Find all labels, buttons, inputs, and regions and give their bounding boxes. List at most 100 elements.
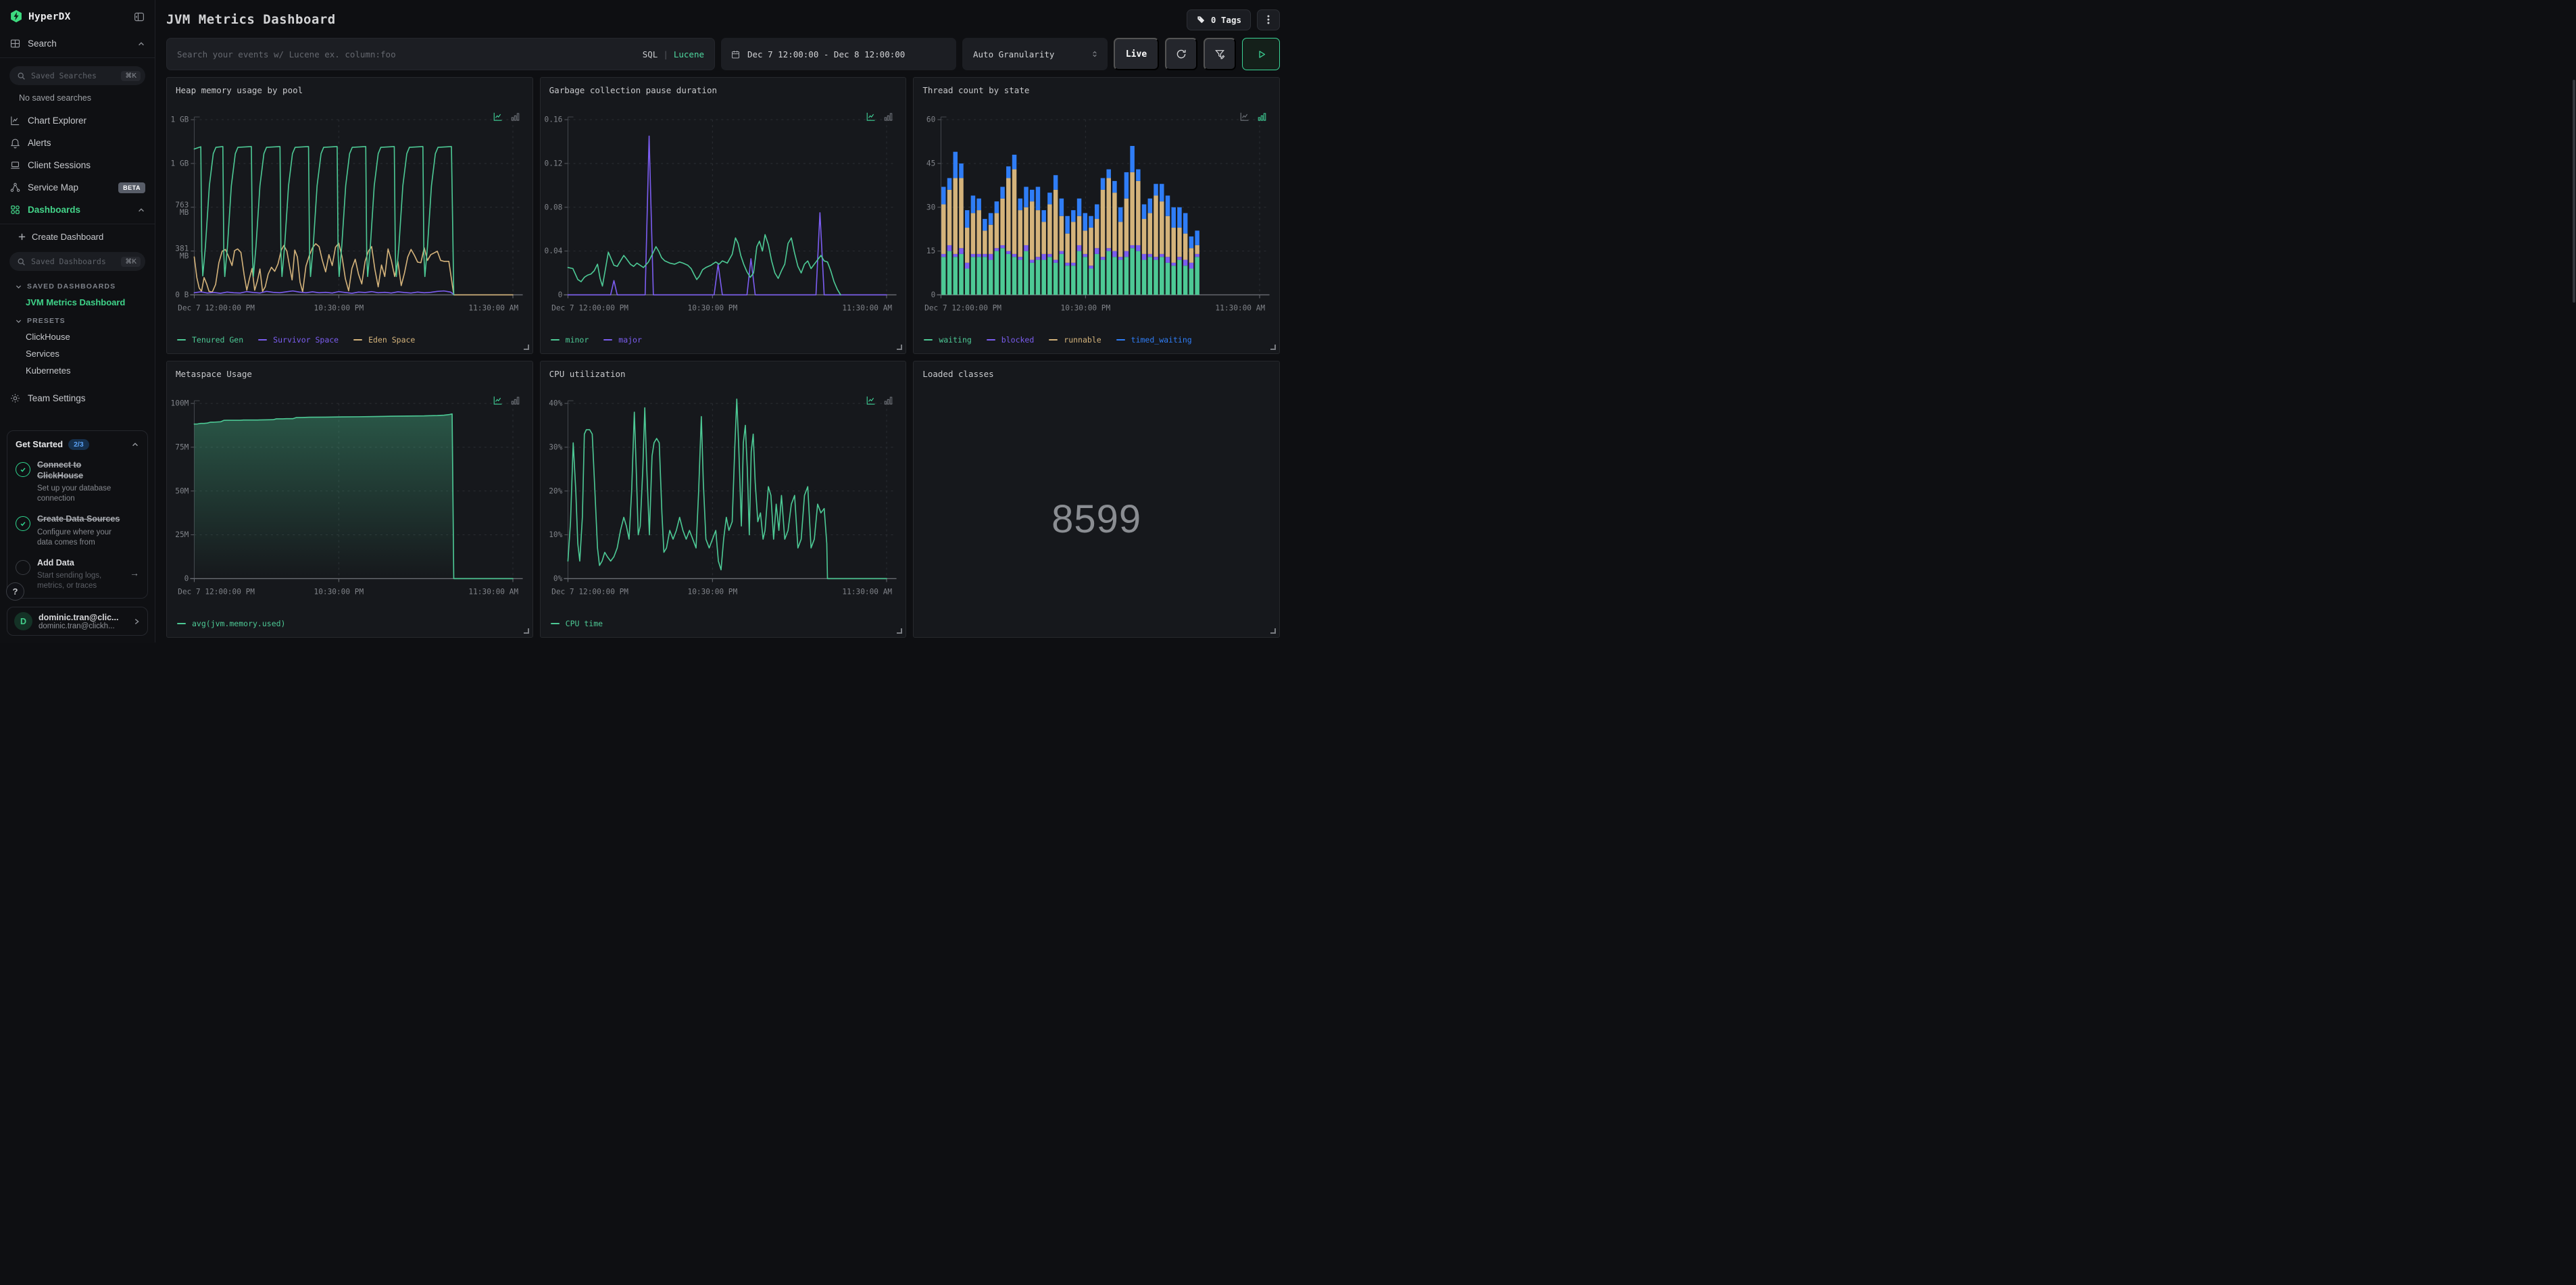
legend-label: Tenured Gen	[192, 335, 244, 345]
chevron-up-icon[interactable]	[131, 440, 139, 449]
live-button[interactable]: Live	[1114, 38, 1159, 70]
bar-chart-icon[interactable]	[1257, 111, 1267, 122]
legend-item[interactable]: minor	[550, 335, 589, 345]
refresh-button[interactable]	[1165, 38, 1197, 70]
chart-panel-gc-pause[interactable]: Garbage collection pause duration 0.16 0.…	[539, 77, 907, 354]
svg-text:10:30:00 PM: 10:30:00 PM	[314, 304, 364, 313]
chart-panel-thread-count[interactable]: Thread count by state 60 45 30 15 0 Dec 7 12:…	[913, 77, 1280, 354]
legend-label: waiting	[939, 335, 972, 345]
mode-sql[interactable]: SQL	[643, 49, 658, 59]
svg-text:11:30:00 AM: 11:30:00 AM	[1216, 304, 1266, 313]
sidebar-item-label: Dashboards	[28, 205, 81, 215]
chevron-up-icon[interactable]	[137, 206, 145, 214]
create-dashboard-button[interactable]: Create Dashboard	[0, 227, 155, 247]
task-connect-clickhouse[interactable]: Connect to ClickHouse Set up your databa…	[16, 460, 139, 504]
sidebar-collapse-icon[interactable]	[133, 11, 145, 23]
search-input[interactable]: Search your events w/ Lucene ex. column:…	[166, 38, 715, 70]
svg-text:30%: 30%	[549, 443, 562, 451]
presets-section[interactable]: PRESETS	[0, 311, 155, 328]
section-label-text: PRESETS	[27, 317, 66, 325]
svg-text:0.16: 0.16	[545, 116, 562, 124]
more-menu-button[interactable]	[1257, 9, 1280, 30]
line-chart-icon[interactable]	[1239, 111, 1249, 122]
legend-item[interactable]: timed_waiting	[1116, 335, 1192, 345]
bar-chart-icon[interactable]	[510, 395, 520, 405]
svg-text:100M: 100M	[171, 399, 189, 408]
chart-canvas: 40% 30% 20% 10% 0% Dec 7 12:00:00 PM 10:30:00 …	[545, 397, 901, 614]
chart-panel-cpu[interactable]: CPU utilization 40% 30% 20% 10% 0% Dec 7 12:0…	[539, 361, 907, 638]
svg-text:15: 15	[926, 247, 935, 255]
chart-canvas: 100M 75M 50M 25M 0 Dec 7 12:00:00 PM 10:30:00 …	[171, 397, 527, 614]
svg-text:Dec 7 12:00:00 PM: Dec 7 12:00:00 PM	[924, 304, 1001, 313]
legend-item[interactable]: Eden Space	[353, 335, 415, 345]
get-started-card: Get Started 2/3 Connect to ClickHouse Se…	[7, 430, 148, 599]
svg-text:0.04: 0.04	[545, 247, 563, 255]
sidebar-item-label: Chart Explorer	[28, 116, 87, 126]
preset-link-kubernetes[interactable]: Kubernetes	[0, 362, 155, 379]
legend-item[interactable]: blocked	[986, 335, 1034, 345]
chevron-up-icon[interactable]	[137, 40, 145, 48]
sidebar-item-label: Client Sessions	[28, 160, 91, 170]
bar-chart-icon[interactable]	[883, 111, 893, 122]
line-chart-icon[interactable]	[493, 111, 503, 122]
chart-title: Heap memory usage by pool	[176, 85, 303, 95]
chart-legend: Tenured Gen Survivor Space Eden Space	[177, 335, 415, 345]
dashboard-link-jvm[interactable]: JVM Metrics Dashboard	[0, 294, 155, 311]
legend-swatch	[550, 623, 560, 624]
svg-text:50M: 50M	[175, 486, 189, 495]
preset-link-clickhouse[interactable]: ClickHouse	[0, 328, 155, 345]
svg-text:0: 0	[931, 291, 936, 299]
task-create-data-sources[interactable]: Create Data Sources Configure where your…	[16, 514, 139, 548]
run-query-button[interactable]	[1242, 38, 1280, 70]
sidebar-item-alerts[interactable]: Alerts	[0, 132, 155, 154]
help-button[interactable]: ?	[6, 582, 24, 601]
svg-text:20%: 20%	[549, 486, 562, 495]
legend-item[interactable]: Tenured Gen	[177, 335, 243, 345]
legend-item[interactable]: CPU time	[550, 619, 603, 628]
svg-text:MB: MB	[180, 252, 189, 261]
chart-panel-heap-memory[interactable]: Heap memory usage by pool 1 GB 1 GB 763 MB 3…	[166, 77, 533, 354]
bar-chart-icon[interactable]	[883, 395, 893, 405]
legend-item[interactable]: Survivor Space	[258, 335, 339, 345]
legend-item[interactable]: runnable	[1049, 335, 1101, 345]
task-add-data[interactable]: Add Data Start sending logs, metrics, or…	[16, 558, 139, 592]
time-range-picker[interactable]: Dec 7 12:00:00 - Dec 8 12:00:00	[721, 38, 956, 70]
sidebar-item-service-map[interactable]: Service Map BETA	[0, 176, 155, 199]
tags-button[interactable]: 0 Tags	[1186, 9, 1251, 30]
saved-dashboards-section[interactable]: SAVED DASHBOARDS	[0, 276, 155, 294]
granularity-select[interactable]: Auto Granularity	[962, 38, 1108, 70]
chart-panel-metaspace[interactable]: Metaspace Usage 100M 75M 50M 25M 0 Dec 7 12:0…	[166, 361, 533, 638]
main-content: JVM Metrics Dashboard 0 Tags Search your…	[155, 0, 1288, 642]
sidebar-item-client-sessions[interactable]: Client Sessions	[0, 154, 155, 176]
svg-text:MB: MB	[180, 208, 189, 217]
scrollbar[interactable]	[2573, 80, 2575, 303]
sidebar: HyperDX Search Saved Searches ⌘K No save…	[0, 0, 155, 642]
avatar: D	[14, 612, 32, 630]
legend-item[interactable]: avg(jvm.memory.used)	[177, 619, 285, 628]
filter-edit-button[interactable]	[1204, 38, 1236, 70]
sidebar-item-chart-explorer[interactable]: Chart Explorer	[0, 109, 155, 132]
bar-chart-icon[interactable]	[510, 111, 520, 122]
legend-swatch	[258, 339, 268, 341]
legend-item[interactable]: major	[603, 335, 642, 345]
line-chart-icon[interactable]	[866, 395, 876, 405]
mode-lucene[interactable]: Lucene	[674, 49, 704, 59]
task-title: Add Data	[37, 557, 74, 568]
saved-dashboards-input[interactable]: Saved Dashboards ⌘K	[9, 252, 145, 271]
search-icon	[17, 257, 26, 266]
svg-text:Dec 7 12:00:00 PM: Dec 7 12:00:00 PM	[551, 304, 628, 313]
sidebar-item-dashboards[interactable]: Dashboards	[0, 199, 155, 221]
sidebar-item-team-settings[interactable]: Team Settings	[0, 387, 155, 409]
chart-title: Thread count by state	[922, 85, 1030, 95]
sidebar-item-label: Alerts	[28, 138, 51, 148]
chart-panel-loaded-classes[interactable]: Loaded classes 8599	[913, 361, 1280, 638]
line-chart-icon[interactable]	[493, 395, 503, 405]
legend-item[interactable]: waiting	[924, 335, 972, 345]
user-menu[interactable]: D dominic.tran@clic... dominic.tran@clic…	[7, 607, 148, 636]
svg-text:11:30:00 AM: 11:30:00 AM	[842, 304, 892, 313]
line-chart-icon[interactable]	[866, 111, 876, 122]
saved-searches-input[interactable]: Saved Searches ⌘K	[9, 66, 145, 85]
sidebar-item-search[interactable]: Search	[0, 32, 155, 55]
preset-link-services[interactable]: Services	[0, 345, 155, 362]
user-email: dominic.tran@clickh...	[39, 622, 115, 630]
